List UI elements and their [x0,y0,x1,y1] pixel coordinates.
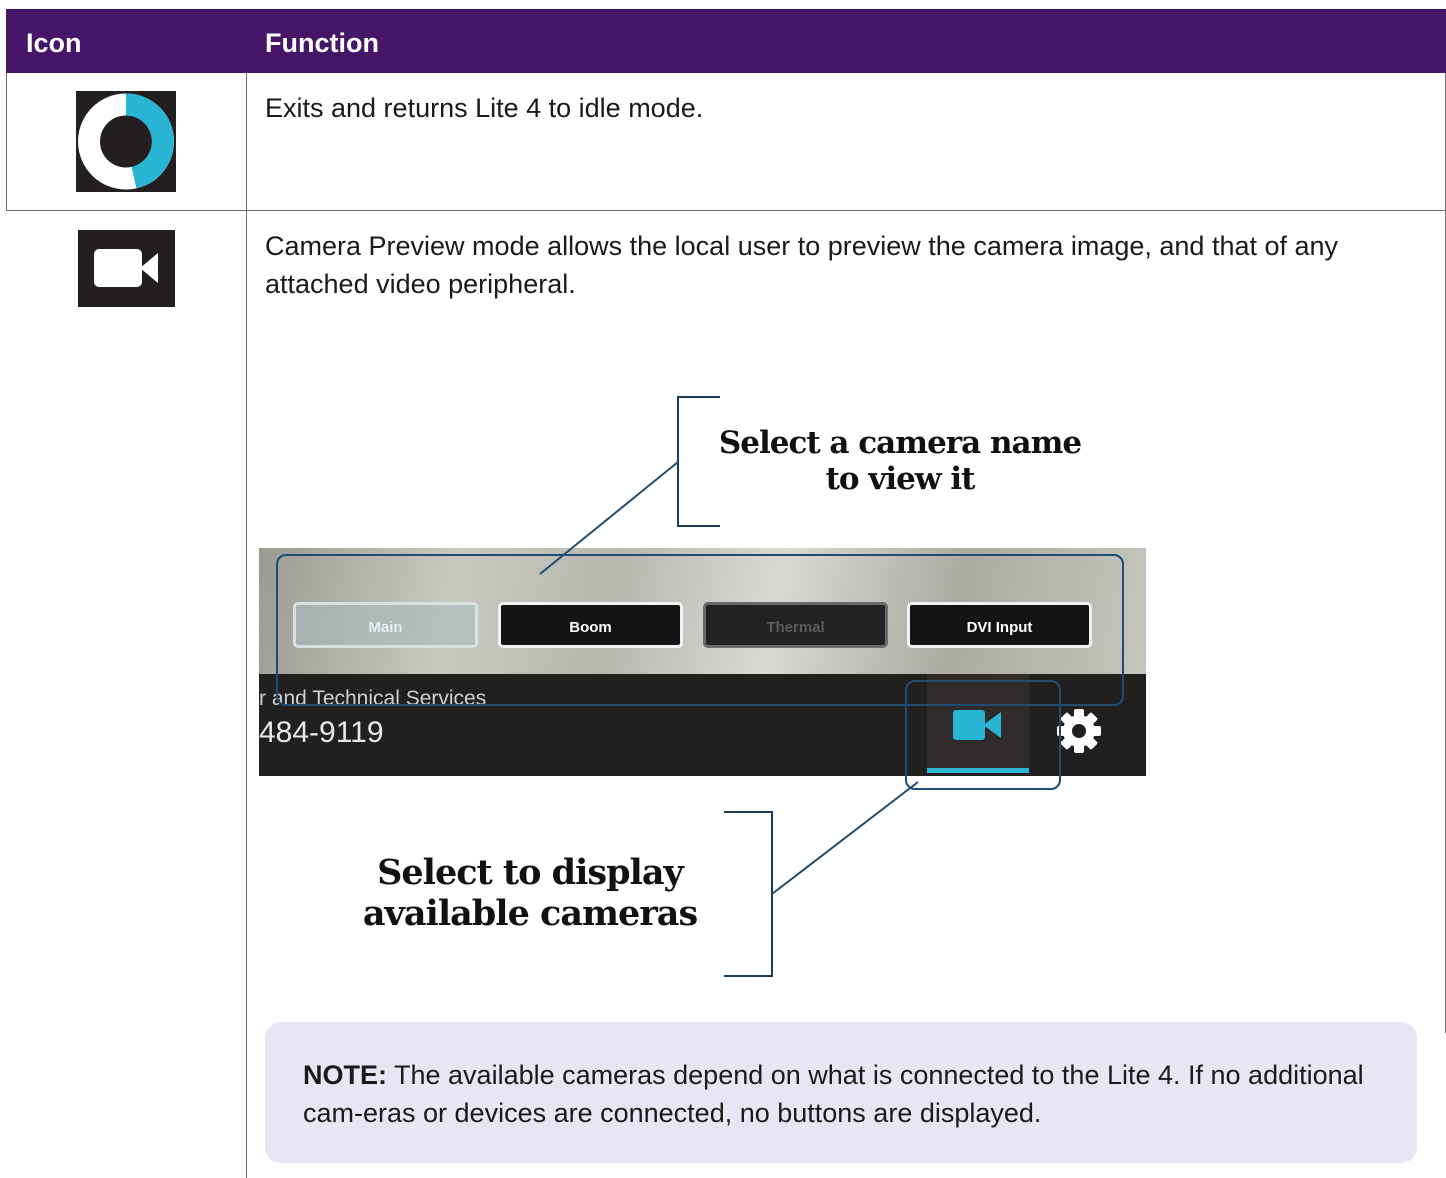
callout-lines [539,396,919,977]
callout-display-cameras: Select to display available cameras [362,852,698,934]
note-box: NOTE: The available cameras depend on wh… [265,1022,1417,1163]
note-body: The available cameras depend on what is … [303,1060,1364,1128]
callout-select-camera-name: Select a camera name to view it [718,425,1082,497]
note-label: NOTE: [303,1060,387,1090]
note-text: NOTE: The available cameras depend on wh… [303,1056,1393,1132]
